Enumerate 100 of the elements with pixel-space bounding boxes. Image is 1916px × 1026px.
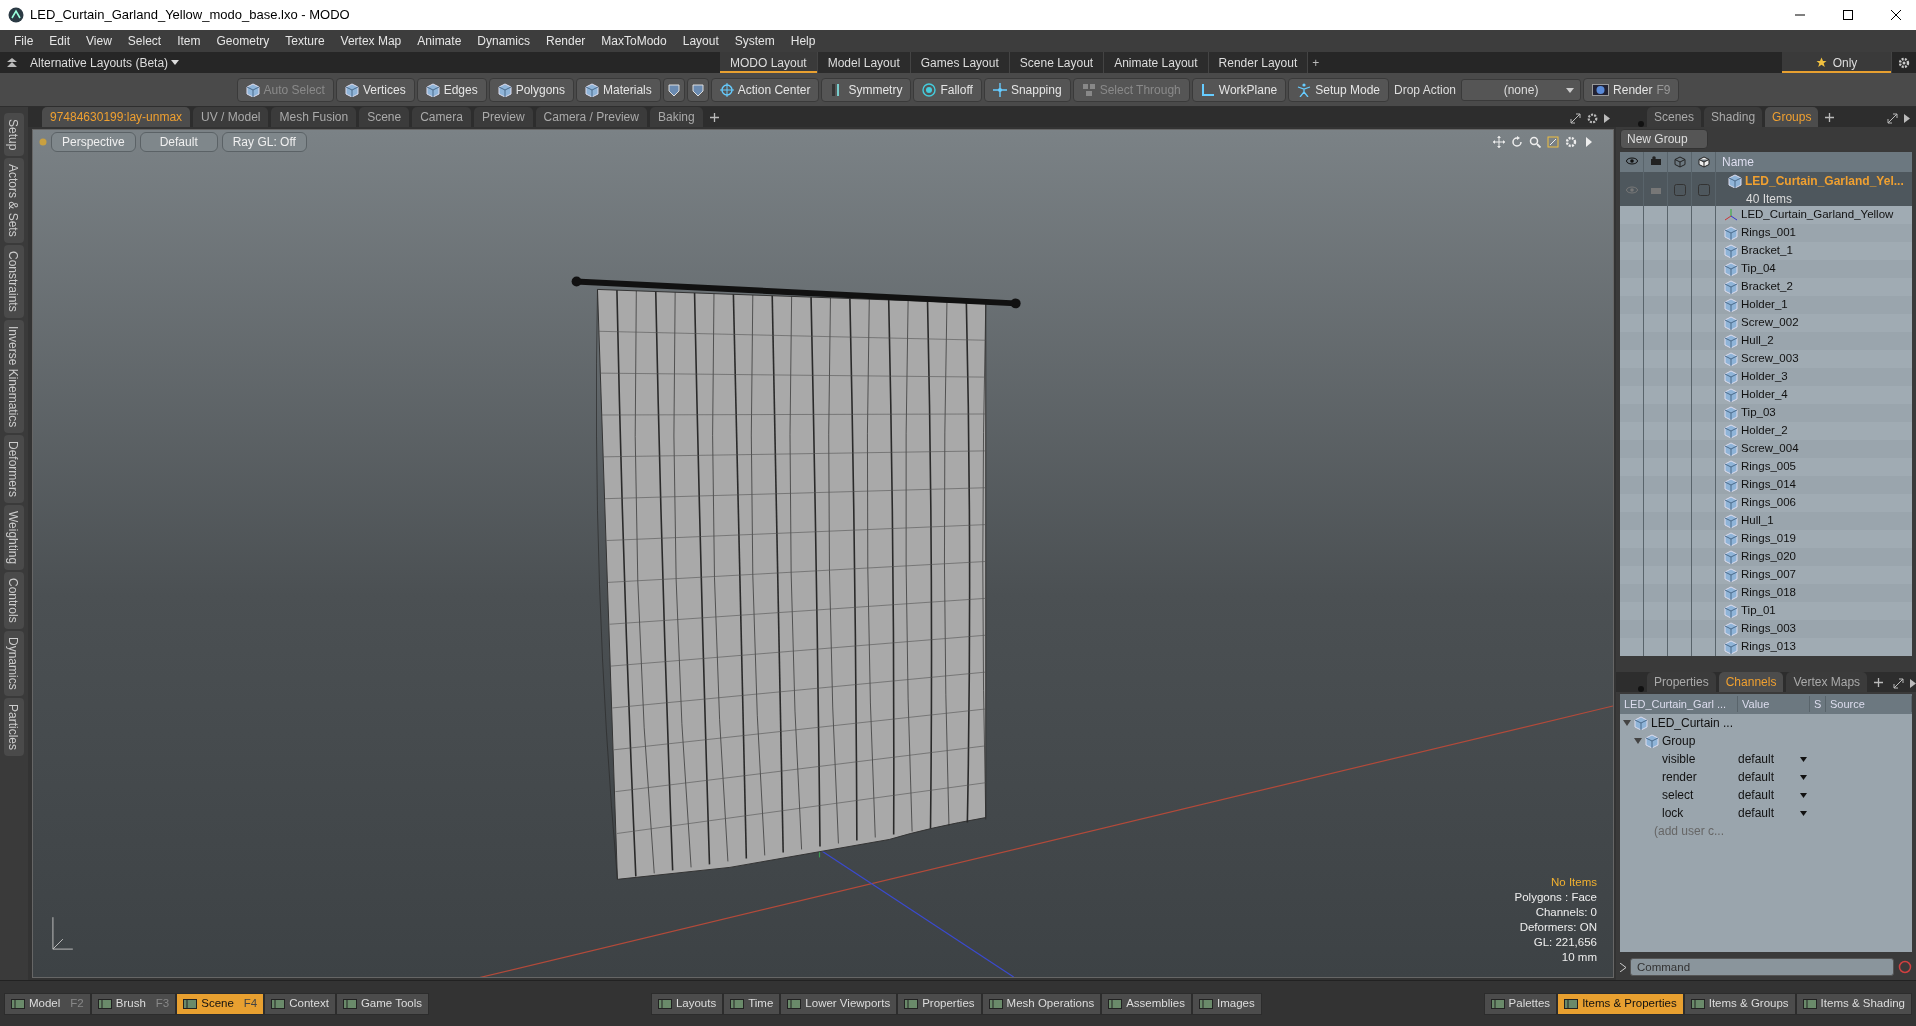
side-tab[interactable]: Constraints [4, 245, 24, 318]
group-item[interactable]: Hull_2 [1741, 332, 1774, 350]
group-item[interactable]: Rings_018 [1741, 584, 1796, 602]
bottom-bar-button[interactable]: Palettes [1483, 992, 1558, 1015]
side-tab[interactable]: Deformers [4, 435, 24, 504]
group-item[interactable]: Tip_01 [1741, 602, 1776, 620]
menu-item[interactable]: Item [169, 32, 209, 50]
menu-item[interactable]: Select [119, 32, 170, 50]
group-name[interactable]: LED_Curtain_Garland_Yel... [1745, 172, 1904, 190]
play-icon[interactable] [1604, 114, 1610, 123]
command-field[interactable]: Command [1630, 958, 1894, 976]
camera-icon[interactable] [1649, 156, 1662, 168]
group-item[interactable]: Rings_001 [1741, 224, 1796, 242]
group-item[interactable]: Tip_03 [1741, 404, 1776, 422]
toolbar-icon-button[interactable] [686, 77, 709, 102]
layout-tab[interactable]: Scene Layout [1009, 52, 1105, 73]
bottom-bar-button[interactable]: Layouts [650, 992, 724, 1015]
toolbar-icon-button[interactable] [662, 77, 685, 102]
menu-item[interactable]: Vertex Map [332, 32, 410, 50]
bottom-bar-button[interactable]: Assemblies [1101, 992, 1192, 1015]
menu-item[interactable]: Animate [409, 32, 470, 50]
new-group-button[interactable]: New Group [1620, 129, 1708, 149]
group-item[interactable]: Rings_020 [1741, 548, 1796, 566]
bottom-bar-button[interactable]: Properties [897, 992, 982, 1015]
group-item[interactable]: Rings_007 [1741, 566, 1796, 584]
checkbox-icon[interactable] [1673, 184, 1686, 196]
add-layout-button[interactable]: + [1308, 52, 1324, 73]
toolbar-button[interactable]: Polygons [488, 77, 575, 102]
settings-icon[interactable] [1898, 56, 1910, 69]
viewport-tab[interactable]: Camera [412, 107, 471, 127]
viewport-tab[interactable]: Camera / Preview [535, 107, 647, 127]
group-item[interactable]: Screw_003 [1741, 350, 1799, 368]
menu-item[interactable]: File [6, 32, 42, 50]
menu-item[interactable]: Help [782, 32, 824, 50]
group-item[interactable]: Rings_005 [1741, 458, 1796, 476]
bottom-bar-button[interactable]: Lower Viewports [780, 992, 898, 1015]
bottom-bar-button[interactable]: Brush F3 [90, 992, 177, 1015]
toolbar-button[interactable]: Symmetry [821, 77, 912, 102]
move-icon[interactable] [1493, 136, 1505, 148]
search-icon[interactable] [1529, 136, 1541, 148]
panel-tab[interactable]: Channels [1718, 672, 1784, 692]
checkbox-icon[interactable] [1697, 184, 1710, 196]
maximize-icon[interactable] [1842, 9, 1854, 21]
channel-value-dropdown[interactable]: default [1738, 786, 1810, 804]
viewport-tab[interactable]: 97484630199:lay-unmax [42, 107, 191, 127]
group-item[interactable]: Tip_04 [1741, 260, 1776, 278]
viewport-tab[interactable]: Scene [359, 107, 410, 127]
eye-icon[interactable] [1625, 156, 1638, 168]
close-icon[interactable] [1890, 9, 1902, 21]
bottom-bar-button[interactable]: Items & Properties [1557, 992, 1684, 1015]
expand-icon[interactable] [1887, 113, 1898, 124]
bottom-bar-button[interactable]: Images [1191, 992, 1262, 1015]
menu-item[interactable]: Texture [277, 32, 333, 50]
toolbar-button[interactable]: Snapping [983, 77, 1071, 102]
side-tab[interactable]: Weighting [4, 505, 24, 571]
viewport-tab[interactable]: UV / Model [193, 107, 269, 127]
panel-tab[interactable]: Properties [1647, 672, 1716, 692]
group-item[interactable]: Screw_004 [1741, 440, 1799, 458]
group-item[interactable]: Rings_014 [1741, 476, 1796, 494]
play-icon[interactable] [1904, 114, 1910, 123]
layout-tab[interactable]: Model Layout [817, 52, 911, 73]
toolbar-button[interactable]: Materials [576, 77, 661, 102]
group-item[interactable]: Bracket_2 [1741, 278, 1793, 296]
cube-outline-icon[interactable] [1697, 156, 1710, 168]
fit-icon[interactable] [1547, 136, 1559, 148]
panel-tab[interactable]: Shading [1704, 107, 1763, 127]
menu-item[interactable]: Layout [674, 32, 727, 50]
bottom-bar-button[interactable]: Time [723, 992, 781, 1015]
viewport-tab[interactable]: Preview [473, 107, 533, 127]
layouts-dropdown[interactable]: Alternative Layouts (Beta) [30, 53, 180, 72]
group-item[interactable]: Holder_4 [1741, 386, 1788, 404]
only-button[interactable]: Only [1782, 52, 1892, 73]
group-item[interactable]: Rings_013 [1741, 638, 1796, 656]
viewport-tab[interactable]: Mesh Fusion [271, 107, 357, 127]
toolbar-button[interactable]: Edges [416, 77, 487, 102]
channel-value-dropdown[interactable]: default [1738, 750, 1810, 768]
side-tab[interactable]: Particles [4, 697, 24, 756]
add-tab-icon[interactable] [1874, 678, 1884, 687]
bottom-bar-button[interactable]: Items & Groups [1683, 992, 1796, 1015]
panel-tab[interactable]: Groups [1765, 107, 1819, 127]
toolbar-button[interactable]: Vertices [335, 77, 415, 102]
add-tab-icon[interactable] [1825, 113, 1835, 122]
menu-item[interactable]: Geometry [208, 32, 278, 50]
bottom-bar-button[interactable]: Scene F4 [176, 992, 265, 1015]
toolbar-button[interactable]: Falloff [913, 77, 982, 102]
panel-tab[interactable]: Vertex Maps [1786, 672, 1868, 692]
collapse-icon[interactable] [6, 57, 18, 68]
channel-value-dropdown[interactable]: default [1738, 804, 1810, 822]
toolbar-button[interactable]: Setup Mode [1288, 77, 1389, 102]
group-item[interactable]: Holder_3 [1741, 368, 1788, 386]
layout-tab[interactable]: Games Layout [910, 52, 1010, 73]
toolbar-button[interactable]: WorkPlane [1191, 77, 1287, 102]
bottom-bar-button[interactable]: Model F2 [4, 992, 91, 1015]
group-item[interactable]: Holder_1 [1741, 296, 1788, 314]
settings-icon[interactable] [1587, 113, 1598, 124]
bottom-bar-button[interactable]: Context [264, 992, 336, 1015]
menu-item[interactable]: View [78, 32, 120, 50]
side-tab[interactable]: Dynamics [4, 631, 24, 696]
bottom-bar-button[interactable]: Mesh Operations [981, 992, 1102, 1015]
bottom-bar-button[interactable]: Game Tools [335, 992, 430, 1015]
